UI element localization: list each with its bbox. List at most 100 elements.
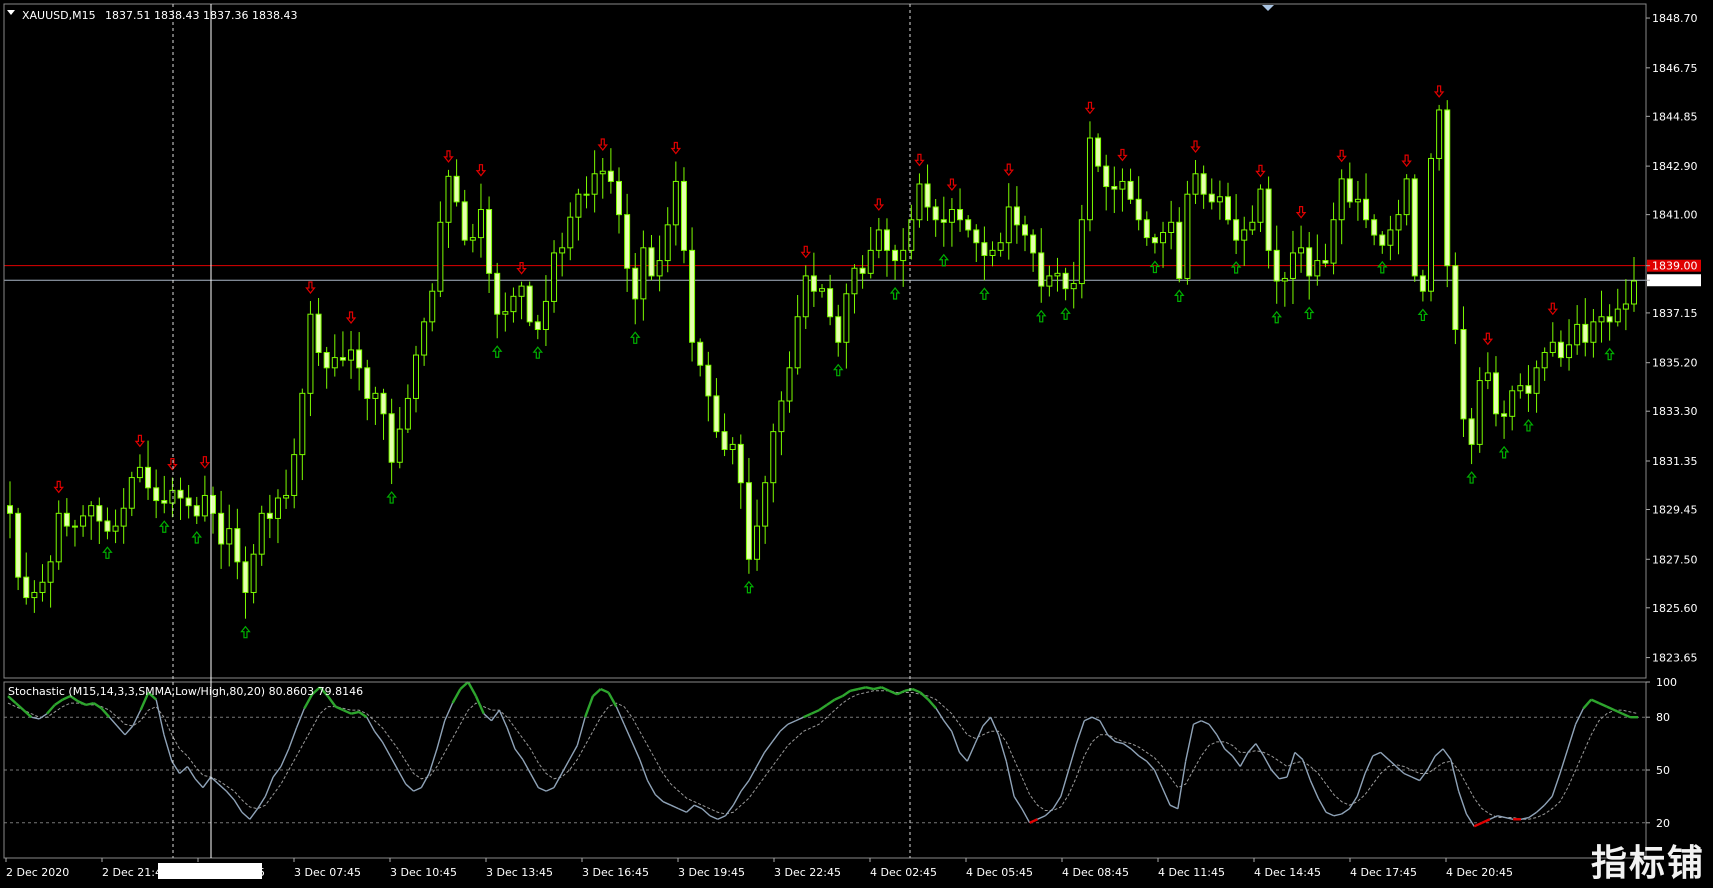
candle-body xyxy=(1363,198,1370,221)
candle-body xyxy=(737,443,744,484)
stoch-main-segment xyxy=(132,709,142,727)
candle-body xyxy=(1541,351,1548,369)
buy-arrow-icon xyxy=(159,520,170,533)
candle-body xyxy=(1492,372,1499,415)
stoch-main-segment xyxy=(202,776,212,789)
candle-body xyxy=(916,183,923,221)
buy-arrow-icon xyxy=(386,491,397,504)
buy-arrow-icon xyxy=(629,331,641,344)
candle-body xyxy=(1022,224,1028,236)
sell-arrow-icon xyxy=(946,178,958,192)
candle-body xyxy=(1070,283,1077,290)
stoch-main-segment xyxy=(951,731,961,753)
candle-body xyxy=(1622,303,1629,310)
sell-arrow-icon xyxy=(914,153,925,167)
buy-arrow-icon xyxy=(1271,310,1282,324)
candle-body xyxy=(1533,367,1540,394)
candle-body xyxy=(177,489,184,499)
candle-body xyxy=(1095,137,1102,167)
buy-arrow-icon xyxy=(532,346,544,359)
stoch-main-segment xyxy=(740,780,750,792)
candle-body xyxy=(461,201,468,241)
stoch-main-segment xyxy=(1411,776,1420,782)
stoch-overbought-segment xyxy=(904,687,913,692)
sell-arrow-icon xyxy=(475,164,487,177)
stoch-main-segment xyxy=(1301,759,1312,781)
candle-body xyxy=(1030,234,1037,254)
buy-arrow-icon xyxy=(1498,445,1510,459)
stoch-main-segment xyxy=(1309,780,1319,799)
price-tick-label: 1823.65 xyxy=(1652,652,1698,665)
stoch-main-segment xyxy=(108,716,118,727)
stoch-main-segment xyxy=(1130,748,1140,757)
stoch-overbought-segment xyxy=(1606,705,1616,712)
stoch-main-segment xyxy=(1067,743,1078,771)
candle-body xyxy=(1346,178,1353,203)
candle-body xyxy=(1046,275,1053,287)
candle-body xyxy=(31,591,38,599)
stoch-oversold-segment xyxy=(1481,818,1491,824)
buy-arrow-icon xyxy=(491,345,503,358)
stoch-main-segment xyxy=(654,794,664,803)
sell-arrow-icon xyxy=(53,480,64,494)
stoch-overbought-segment xyxy=(350,710,360,715)
candle-body xyxy=(315,313,322,353)
stoch-main-segment xyxy=(694,804,703,810)
stoch-main-segment xyxy=(545,786,555,792)
stoch-main-segment xyxy=(1169,804,1179,810)
stoch-main-segment xyxy=(1239,752,1249,767)
candle-body xyxy=(1468,418,1475,445)
candle-body xyxy=(112,525,119,532)
candle-body xyxy=(7,505,13,514)
candle-body xyxy=(1631,280,1637,305)
stoch-main-segment xyxy=(522,759,532,774)
stoch-main-segment xyxy=(1294,751,1304,760)
candle-body xyxy=(575,193,582,218)
candle-body xyxy=(39,581,46,593)
stoch-main-segment xyxy=(288,727,298,750)
stoch-main-segment xyxy=(413,786,422,792)
stoch-main-segment xyxy=(264,776,274,797)
candle-body xyxy=(851,267,858,295)
stoch-overbought-segment xyxy=(342,709,352,715)
stoch-main-segment xyxy=(186,766,196,780)
candle-body xyxy=(948,209,955,223)
stoch-main-segment xyxy=(1434,748,1444,757)
candle-body xyxy=(388,413,395,463)
stochastic-pane[interactable] xyxy=(4,681,1646,828)
stoch-main-segment xyxy=(1060,769,1070,797)
buy-arrow-icon xyxy=(191,531,203,544)
candle-body xyxy=(1111,186,1118,190)
stoch-main-segment xyxy=(490,709,500,722)
stoch-overbought-segment xyxy=(818,703,828,712)
stoch-main-segment xyxy=(709,815,719,820)
stoch-main-segment xyxy=(990,716,1000,736)
candle-body xyxy=(534,321,541,331)
sell-arrow-icon xyxy=(1547,302,1559,316)
main-price-pane[interactable] xyxy=(4,85,1646,639)
stoch-main-segment xyxy=(233,799,243,813)
candle-body xyxy=(169,489,176,504)
sell-arrow-icon xyxy=(670,141,682,155)
stoch-overbought-segment xyxy=(1598,702,1608,708)
stoch-main-segment xyxy=(1450,759,1460,792)
buy-arrow-icon xyxy=(743,580,755,594)
buy-arrow-icon xyxy=(832,363,844,377)
candle-body xyxy=(875,229,882,251)
stoch-main-segment xyxy=(943,720,953,732)
shift-marker-icon xyxy=(1262,5,1274,11)
stoch-main-segment xyxy=(1567,724,1577,750)
time-axis-label: 4 Dec 08:45 xyxy=(1062,866,1129,879)
candle-body xyxy=(494,272,501,315)
stoch-main-segment xyxy=(1317,797,1327,813)
candle-body xyxy=(664,224,671,262)
candle-body xyxy=(128,477,135,509)
candle-body xyxy=(226,528,233,545)
stoch-signal-line xyxy=(7,690,1639,820)
candle-body xyxy=(71,525,78,528)
time-axis-label: 2 Dec 2020 xyxy=(6,866,69,879)
collapse-triangle-icon[interactable] xyxy=(7,10,15,15)
stoch-main-segment xyxy=(366,716,376,732)
candle-body xyxy=(1452,265,1459,331)
price-tick-label: 1838.43 xyxy=(1652,274,1698,287)
